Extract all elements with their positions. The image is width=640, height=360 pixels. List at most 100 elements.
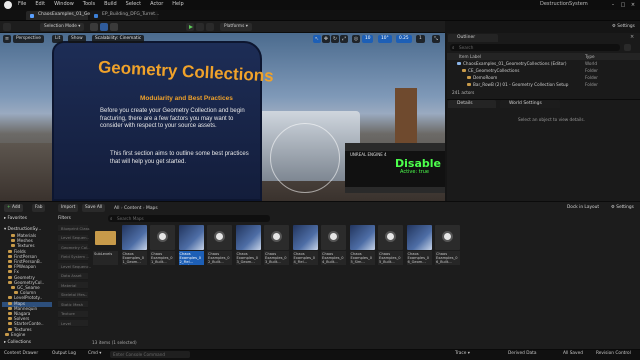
blueprint-toolbar-icon[interactable] xyxy=(100,23,108,31)
minimize-icon[interactable]: – xyxy=(610,2,616,8)
sphere-gizmo[interactable] xyxy=(270,123,340,193)
filter-item[interactable]: Level xyxy=(58,320,88,327)
camera-speed-button[interactable]: 1 xyxy=(416,35,425,43)
folder-tree-item[interactable]: Engine xyxy=(2,332,52,338)
filter-item[interactable]: Static Mesh xyxy=(58,301,88,308)
cmd-dropdown[interactable]: Cmd ▾ xyxy=(88,351,101,356)
outliner-close-icon[interactable]: × xyxy=(630,34,634,40)
filter-item[interactable]: Data Asset xyxy=(58,272,88,280)
asset-tile[interactable]: Chaos Examples_0 6_Built... xyxy=(435,225,460,265)
filter-item[interactable]: Level Sequenc.. xyxy=(58,263,91,270)
asset-tile[interactable]: Chaos Examples_0 2_Built... xyxy=(207,225,232,265)
world-icon[interactable]: ◎ xyxy=(352,35,360,43)
tab-blueprint[interactable]: EP_Building_DFG_Turret... xyxy=(90,11,159,20)
stop-icon[interactable] xyxy=(206,23,214,31)
lit-button[interactable]: Lit xyxy=(52,35,64,43)
cinematics-icon[interactable] xyxy=(110,23,118,31)
trace-button[interactable]: Trace ▾ xyxy=(455,351,470,356)
outliner-row[interactable]: DemoRoom Folder xyxy=(447,75,640,81)
filters-header[interactable]: Filters xyxy=(58,216,71,221)
snap-rotation-button[interactable]: 10° xyxy=(378,35,392,43)
project-root[interactable]: ▾ DestructionSy... xyxy=(4,227,41,232)
menu-item-help[interactable]: Help xyxy=(172,2,183,7)
asset-tile[interactable]: Chaos Examples_0 3_Built... xyxy=(264,225,289,265)
all-saved-button[interactable]: All Saved xyxy=(563,351,583,356)
asset-tile[interactable]: Chaos Examples_0 4_Built... xyxy=(321,225,346,265)
asset-tile[interactable]: Chaos Examples_0 6_Geom... xyxy=(406,225,432,265)
select-tool-icon[interactable]: ↖ xyxy=(313,35,321,43)
snap-grid-button[interactable]: 10 xyxy=(362,35,374,43)
filter-item[interactable]: Geometry Col.. xyxy=(58,244,90,251)
menu-item-actor[interactable]: Actor xyxy=(150,2,163,7)
favorites-header[interactable]: ▸ Favorites xyxy=(4,216,27,221)
close-icon[interactable]: × xyxy=(630,2,636,8)
derived-data-button[interactable]: Derived Data xyxy=(508,351,536,356)
breadcrumb-item[interactable]: Maps xyxy=(146,206,158,211)
asset-tile[interactable]: Chaos Examples_0 5_Built... xyxy=(378,225,403,265)
menu-item-build[interactable]: Build xyxy=(104,2,117,7)
details-tab[interactable]: Details xyxy=(448,100,496,108)
selection-mode-button[interactable]: Selection Mode ▾ xyxy=(40,23,85,31)
outliner-row[interactable]: Bar_RowB (2) 01 - Geometry Collection Se… xyxy=(447,82,640,88)
asset-tile[interactable]: Chaos Examples_0 4_Fiel... xyxy=(292,225,318,265)
fab-button[interactable]: Fab xyxy=(32,204,46,212)
filter-item[interactable]: Material xyxy=(58,282,88,289)
dock-in-layout-button[interactable]: Dock in Layout xyxy=(564,204,602,212)
asset-tile[interactable]: SubLevels xyxy=(93,225,118,265)
content-search-input[interactable]: ⌕ Search Maps xyxy=(108,215,270,222)
output-log-button[interactable]: Output Log xyxy=(52,351,76,356)
menu-item-window[interactable]: Window xyxy=(54,2,74,7)
asset-tile[interactable]: Chaos Examples_0 5_Sim... xyxy=(349,225,375,265)
outliner-filter-icon[interactable] xyxy=(624,44,631,51)
menu-item-edit[interactable]: Edit xyxy=(35,2,45,7)
level-viewport[interactable]: Geometry Collections Modularity and Best… xyxy=(0,33,445,201)
pause-icon[interactable] xyxy=(196,23,204,31)
collections-header[interactable]: ▸ Collections xyxy=(4,340,31,345)
col-type[interactable]: Type xyxy=(585,54,595,59)
add-button[interactable]: + Add xyxy=(4,204,24,212)
play-icon[interactable] xyxy=(186,23,194,31)
show-button[interactable]: Show xyxy=(68,35,86,43)
save-icon[interactable] xyxy=(3,23,11,31)
snap-scale-button[interactable]: 0.25 xyxy=(396,35,412,43)
filter-item[interactable]: Field System .. xyxy=(58,253,89,261)
scale-tool-icon[interactable]: ⤢ xyxy=(340,35,348,43)
revision-control-button[interactable]: Revision Control xyxy=(596,351,631,356)
cb-settings-button[interactable]: ⚙ Settings xyxy=(608,204,637,212)
billboard-paragraph-2: This first section aims to outline some … xyxy=(110,151,249,165)
asset-tile[interactable]: Chaos Examples_0 2_Fiel... Level xyxy=(178,225,204,265)
translate-tool-icon[interactable]: ✥ xyxy=(322,35,330,43)
tab-level[interactable]: ChaosExamples_01_Ge... xyxy=(26,11,95,20)
filter-item[interactable]: Texture xyxy=(58,310,88,318)
outliner-tab[interactable]: Outliner xyxy=(448,34,498,42)
rotate-tool-icon[interactable]: ↻ xyxy=(331,35,339,43)
import-button[interactable]: Import xyxy=(58,204,79,212)
menu-item-tools[interactable]: Tools xyxy=(83,2,95,7)
filter-item[interactable]: Skeletal Mes.. xyxy=(58,291,88,299)
asset-tile[interactable]: Chaos Examples_0 1_Built... xyxy=(150,225,175,265)
save-all-button[interactable]: Save All xyxy=(82,204,106,212)
filter-item[interactable]: Level Sequen.. xyxy=(58,234,89,242)
maximize-viewport-icon[interactable]: ⤡ xyxy=(432,35,440,43)
content-drawer-button[interactable]: Content Drawer xyxy=(4,351,38,356)
asset-tile[interactable]: Chaos Examples_0 3_Geom... xyxy=(235,225,261,265)
unreal-logo-icon[interactable] xyxy=(4,1,12,9)
col-item-label[interactable]: Item Label xyxy=(459,54,481,59)
asset-tile[interactable]: Chaos Examples_0 1_Geom... xyxy=(121,225,147,265)
maximize-icon[interactable]: □ xyxy=(620,2,626,8)
outliner-row[interactable]: CE_GeometryCollections Folder xyxy=(447,68,640,74)
world-settings-tab[interactable]: World Settings xyxy=(500,100,560,108)
outliner-search-input[interactable]: ⌕ Search xyxy=(450,44,620,51)
filter-item[interactable]: Blueprint Class xyxy=(58,225,90,232)
content-icon[interactable] xyxy=(90,23,98,31)
scalability-button[interactable]: Scalability: Cinematic xyxy=(92,35,145,43)
menu-item-file[interactable]: File xyxy=(18,2,26,7)
breadcrumb-item[interactable]: Content xyxy=(124,206,141,211)
console-input[interactable]: Enter Console Command xyxy=(110,351,190,358)
perspective-button[interactable]: Perspective xyxy=(13,35,44,43)
settings-button[interactable]: ⚙ Settings xyxy=(608,23,639,31)
outliner-row[interactable]: ChaosExamples_01_GeometryCollections (Ed… xyxy=(447,61,640,67)
viewport-menu-icon[interactable]: ≡ xyxy=(3,35,11,43)
menu-item-select[interactable]: Select xyxy=(126,2,141,7)
platforms-button[interactable]: Platforms ▾ xyxy=(220,23,252,31)
